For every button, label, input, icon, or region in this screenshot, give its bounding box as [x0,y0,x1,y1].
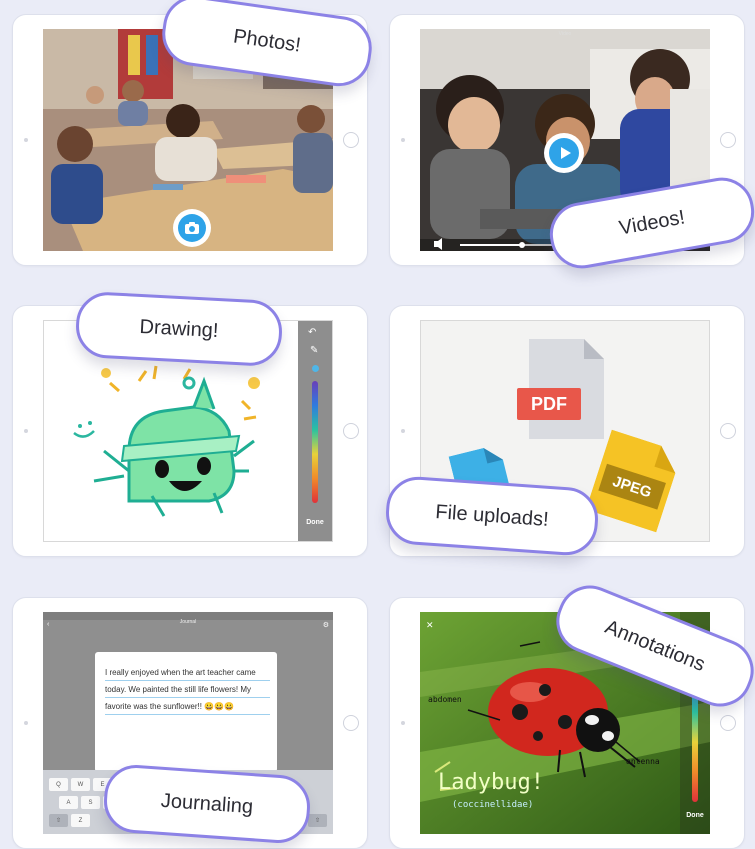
done-button[interactable]: Done [680,812,710,819]
home-button [720,132,736,148]
front-camera [401,429,405,433]
back-icon[interactable]: ‹ [47,621,49,628]
ladybug-sub-annotation: (coccinellidae) [452,800,534,810]
play-button[interactable] [544,133,584,173]
front-camera [401,721,405,725]
color-slider[interactable] [312,381,318,503]
jpeg-file: JPEG [585,429,682,533]
color-toolbar: ↶ ✎ Done [298,321,332,541]
videos-label: Videos! [617,205,687,240]
front-camera [401,138,405,142]
selected-color-dot[interactable] [312,365,319,372]
home-button [720,423,736,439]
journal-entry-text[interactable]: I really enjoyed when the art teacher ca… [105,664,270,715]
play-icon [549,138,579,168]
key-w[interactable]: W [71,778,90,791]
antenna-annotation: antenna [626,757,660,766]
photos-label: Photos! [231,24,303,57]
journal-label-pill: Journaling [101,762,313,846]
camera-icon [178,214,206,242]
video-title: Video [558,31,572,37]
key-z[interactable]: Z [71,814,90,827]
drawing-label: Drawing! [139,315,220,342]
journal-card-sheet: I really enjoyed when the art teacher ca… [95,652,277,772]
home-button [720,715,736,731]
key-a[interactable]: A [59,796,78,809]
front-camera [24,429,28,433]
key-s[interactable]: S [81,796,100,809]
home-button [343,423,359,439]
files-label: File uploads! [434,500,550,531]
front-camera [24,138,28,142]
ladybug-annotation: Ladybug! [438,770,544,795]
journal-label: Journaling [160,789,254,818]
annotations-label: Annotations [602,615,709,676]
key-q[interactable]: Q [49,778,68,791]
shift-key[interactable]: ⇧ [49,814,68,827]
shift-key-right[interactable]: ⇧ [308,814,327,827]
abdomen-annotation: abdomen [428,695,462,704]
undo-icon[interactable]: ↶ [308,327,316,338]
keyboard-row-3: ⇧ Z [49,814,90,827]
home-button [343,715,359,731]
pdf-badge: PDF [517,388,581,420]
front-camera [24,721,28,725]
settings-icon[interactable]: ⚙ [323,621,329,629]
journal-title: Journal [179,619,197,625]
done-button[interactable]: Done [298,519,332,526]
home-button [343,132,359,148]
brush-icon[interactable]: ✎ [310,345,318,356]
camera-button[interactable] [173,209,211,247]
drawing-label-pill: Drawing! [74,290,284,368]
close-icon[interactable]: ✕ [426,620,434,631]
